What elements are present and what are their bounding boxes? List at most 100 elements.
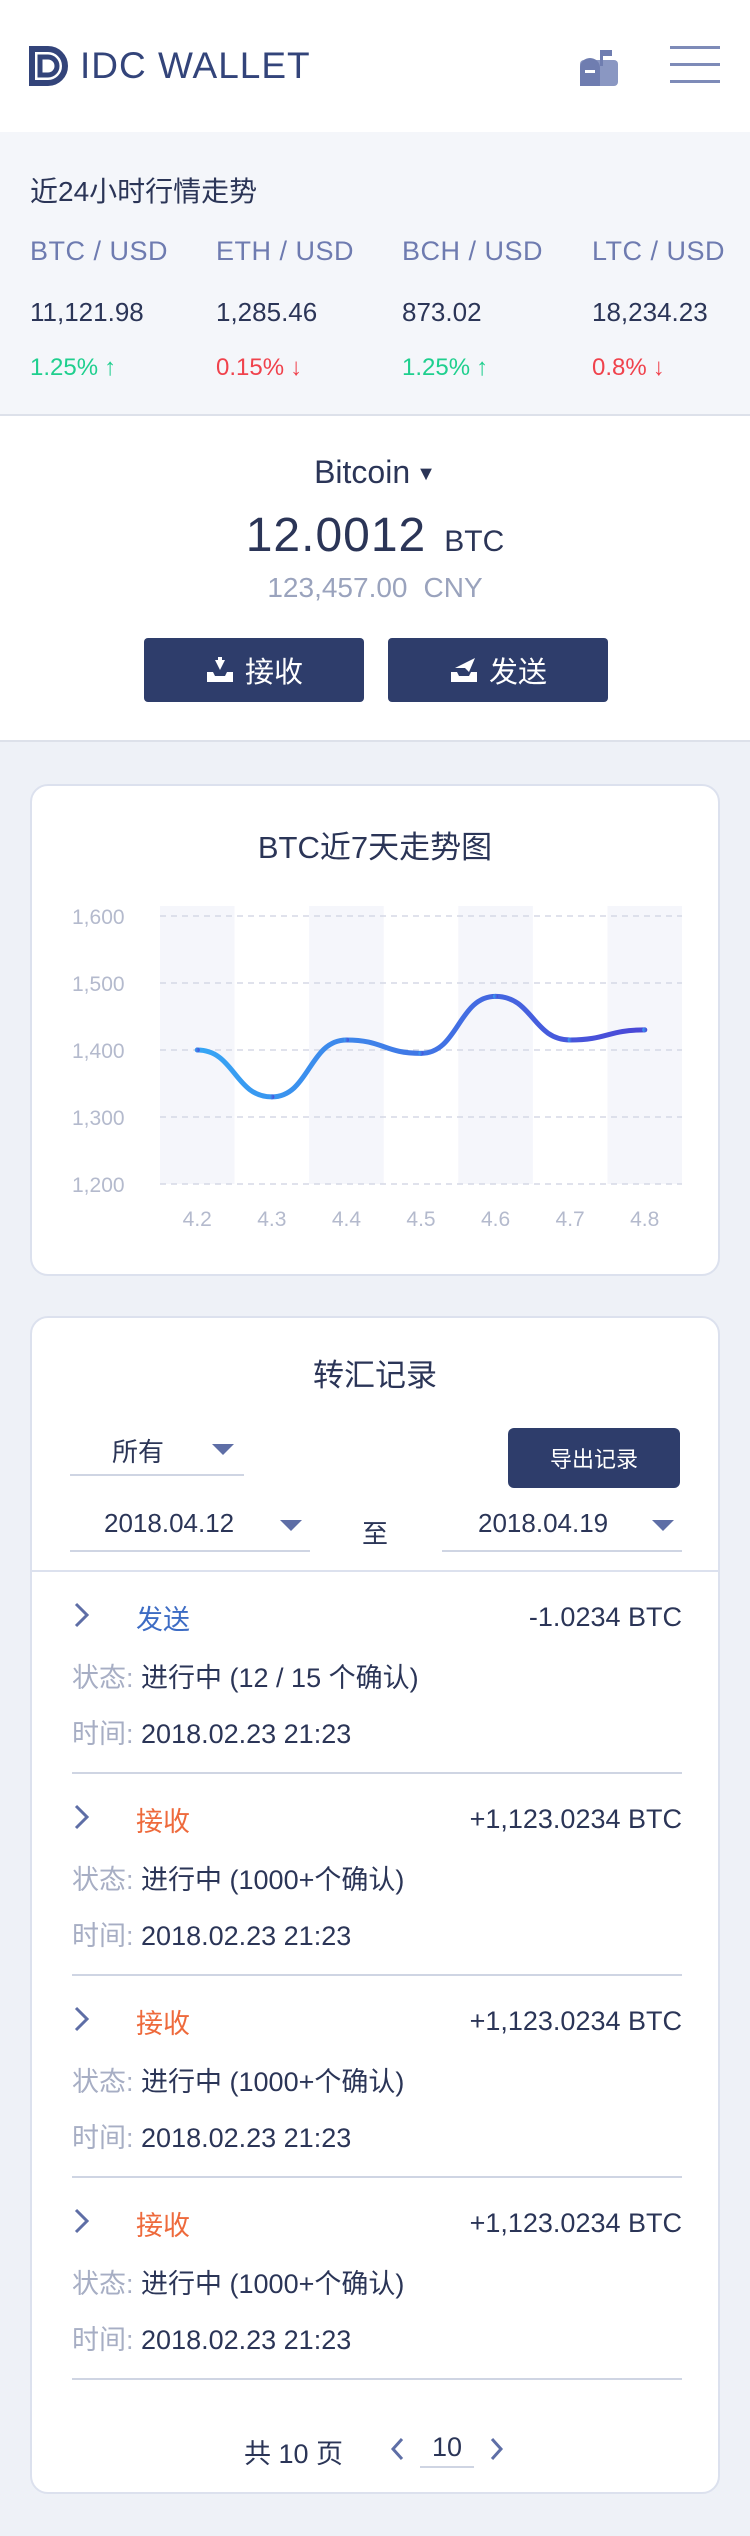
record-status: 状态: 进行中 (1000+个确认) xyxy=(72,2262,404,2301)
date-range-separator: 至 xyxy=(362,1519,389,1549)
y-tick-label: 1,600 xyxy=(72,906,125,929)
status-label: 状态: xyxy=(72,2269,134,2299)
record-item[interactable]: 接收 +1,123.0234 BTC 状态: 进行中 (1000+个确认) 时间… xyxy=(72,1976,682,2178)
time-value: 2018.02.23 21:23 xyxy=(141,2123,352,2153)
record-time: 时间: 2018.02.23 21:23 xyxy=(72,1712,351,1751)
arrow-down-icon: ↓ xyxy=(290,354,303,381)
date-to-select[interactable]: 2018.04.19 xyxy=(442,1500,682,1552)
y-tick-label: 1,200 xyxy=(72,1174,125,1197)
market-pair: ETH / USD xyxy=(216,236,355,266)
price-point xyxy=(567,1037,573,1043)
record-time: 时间: 2018.02.23 21:23 xyxy=(72,2318,351,2357)
market-change-value: 1.25% xyxy=(402,354,471,381)
send-button[interactable]: 发送 xyxy=(388,638,608,702)
price-point xyxy=(642,1027,648,1033)
record-type: 发送 xyxy=(136,1605,190,1635)
x-tick-label: 4.3 xyxy=(257,1208,286,1231)
logo[interactable]: IDC WALLET xyxy=(28,44,311,88)
y-tick-label: 1,300 xyxy=(72,1107,125,1130)
market-item-eth[interactable]: ETH / USD 1,285.46 0.15% ↓ xyxy=(216,236,396,382)
record-type: 接收 xyxy=(136,2009,190,2039)
chart-band xyxy=(458,906,533,1184)
market-change-value: 0.8% xyxy=(592,354,647,381)
time-value: 2018.02.23 21:23 xyxy=(141,1719,352,1749)
status-value: 进行中 (1000+个确认) xyxy=(141,2067,405,2097)
record-amount: +1,123.0234 BTC xyxy=(469,2006,682,2036)
mailbox-icon[interactable] xyxy=(578,46,620,88)
menu-icon[interactable] xyxy=(670,44,720,86)
time-label: 时间: xyxy=(72,1719,134,1749)
market-change-value: 1.25% xyxy=(30,354,99,381)
status-label: 状态: xyxy=(72,1663,134,1693)
market-price: 11,121.98 xyxy=(30,297,144,327)
caret-down-icon xyxy=(212,1444,234,1455)
pagination: 共 10 页 10 xyxy=(32,2428,718,2469)
market-pair: LTC / USD xyxy=(592,236,726,266)
balance-panel: Bitcoin ▼ 12.0012 BTC 123,457.00 CNY 接收 发送 xyxy=(0,416,750,742)
record-item[interactable]: 接收 +1,123.0234 BTC 状态: 进行中 (1000+个确认) 时间… xyxy=(72,1774,682,1976)
chart-band xyxy=(160,906,235,1184)
market-item-btc[interactable]: BTC / USD 11,121.98 1.25% ↑ xyxy=(30,236,210,382)
time-label: 时间: xyxy=(72,2325,134,2355)
time-label: 时间: xyxy=(72,2123,134,2153)
price-point xyxy=(269,1094,275,1100)
record-time: 时间: 2018.02.23 21:23 xyxy=(72,2116,351,2155)
status-value: 进行中 (1000+个确认) xyxy=(141,1865,405,1895)
type-filter-select[interactable]: 所有 xyxy=(70,1424,244,1476)
date-from-value: 2018.04.12 xyxy=(104,1508,235,1538)
send-icon xyxy=(450,658,477,682)
x-tick-label: 4.2 xyxy=(183,1208,212,1231)
receive-button[interactable]: 接收 xyxy=(144,638,364,702)
market-price: 18,234.23 xyxy=(592,297,708,327)
page-number-input[interactable]: 10 xyxy=(420,2428,474,2468)
market-change-value: 0.15% xyxy=(216,354,285,381)
logo-mark-icon xyxy=(29,46,68,86)
market-item-bch[interactable]: BCH / USD 873.02 1.25% ↑ xyxy=(402,236,582,382)
record-time: 时间: 2018.02.23 21:23 xyxy=(72,1914,351,1953)
market-title: 近24小时行情走势 xyxy=(30,176,258,207)
chevron-right-icon[interactable] xyxy=(72,2206,92,2236)
market-price: 873.02 xyxy=(402,297,482,327)
receive-label: 接收 xyxy=(244,657,303,689)
cny-unit: CNY xyxy=(423,572,483,603)
record-amount: +1,123.0234 BTC xyxy=(469,1804,682,1834)
caret-down-icon: ▼ xyxy=(416,463,436,486)
price-chart-card: BTC近7天走势图 1,200 1,300 1,400 1,500 1,600 4.2 4.… xyxy=(30,784,720,1276)
chevron-left-icon[interactable] xyxy=(388,2434,406,2464)
logo-text: IDC WALLET xyxy=(80,45,311,86)
top-bar: IDC WALLET xyxy=(0,0,750,132)
chevron-right-icon[interactable] xyxy=(72,1802,92,1832)
caret-down-icon xyxy=(280,1520,302,1531)
cny-amount: 123,457.00 xyxy=(267,572,408,603)
market-overview: 近24小时行情走势 BTC / USD 11,121.98 1.25% ↑ ET… xyxy=(0,132,750,416)
page-total: 共 10 页 xyxy=(244,2439,344,2469)
date-from-select[interactable]: 2018.04.12 xyxy=(70,1500,310,1552)
caret-down-icon xyxy=(652,1520,674,1531)
market-item-ltc[interactable]: LTC / USD 18,234.23 0.8% ↓ xyxy=(592,236,750,382)
record-item[interactable]: 接收 +1,123.0234 BTC 状态: 进行中 (1000+个确认) 时间… xyxy=(72,2178,682,2380)
market-pair: BTC / USD xyxy=(30,236,169,266)
market-change: 1.25% ↑ xyxy=(402,354,582,382)
market-change: 0.15% ↓ xyxy=(216,354,396,382)
arrow-down-icon: ↓ xyxy=(652,354,665,381)
coin-selector[interactable]: Bitcoin ▼ xyxy=(0,454,750,491)
price-line-chart[interactable]: 1,200 1,300 1,400 1,500 1,600 4.2 4.3 4.4 4.5 4.6… xyxy=(32,786,722,1278)
market-change: 0.8% ↓ xyxy=(592,354,750,382)
record-amount: -1.0234 BTC xyxy=(528,1602,682,1632)
chevron-right-icon[interactable] xyxy=(72,2004,92,2034)
chart-band xyxy=(607,906,682,1184)
cny-amount-row: 123,457.00 CNY xyxy=(0,572,750,604)
chevron-right-icon[interactable] xyxy=(72,1600,92,1630)
record-status: 状态: 进行中 (12 / 15 个确认) xyxy=(72,1656,419,1695)
transfer-records-card: 转汇记录 所有 导出记录 2018.04.12 至 2018.04.19 发送 … xyxy=(30,1316,720,2494)
export-records-button[interactable]: 导出记录 xyxy=(508,1428,680,1488)
coin-name: Bitcoin xyxy=(314,454,411,490)
status-value: 进行中 (1000+个确认) xyxy=(141,2269,405,2299)
time-label: 时间: xyxy=(72,1921,134,1951)
record-item[interactable]: 发送 -1.0234 BTC 状态: 进行中 (12 / 15 个确认) 时间:… xyxy=(72,1572,682,1774)
status-label: 状态: xyxy=(72,1865,134,1895)
market-change: 1.25% ↑ xyxy=(30,354,210,382)
arrow-up-icon: ↑ xyxy=(104,354,117,381)
chevron-right-icon[interactable] xyxy=(488,2434,506,2464)
time-value: 2018.02.23 21:23 xyxy=(141,1921,352,1951)
